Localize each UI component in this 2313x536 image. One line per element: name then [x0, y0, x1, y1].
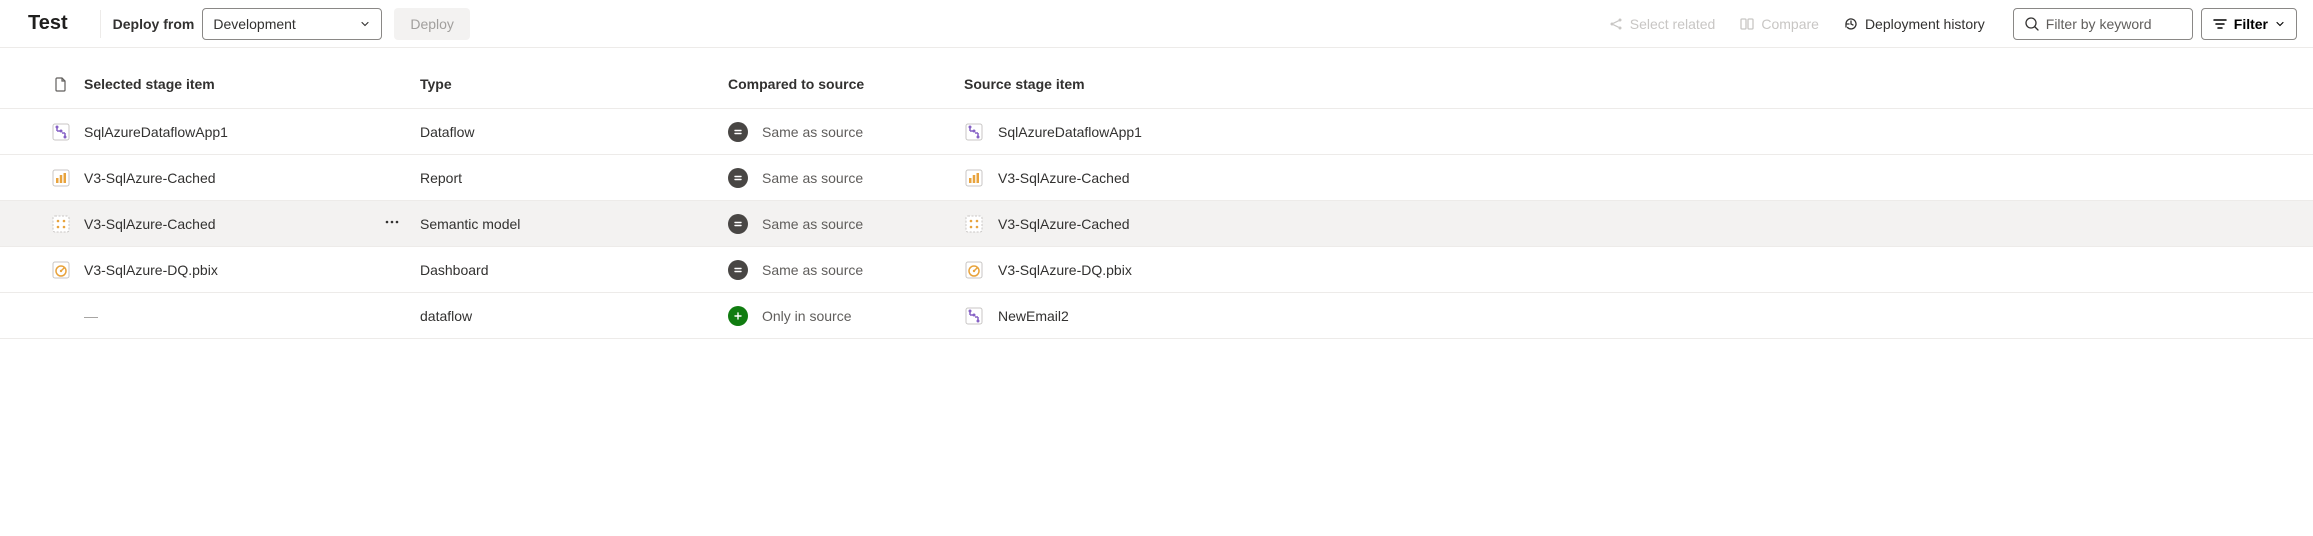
item-type: Semantic model: [420, 216, 728, 232]
deployment-history-button[interactable]: Deployment history: [1831, 10, 1997, 38]
item-type: Dataflow: [420, 124, 728, 140]
table-row[interactable]: V3-SqlAzure-Cached Semantic model Same as …: [0, 201, 2313, 247]
filter-label: Filter: [2234, 16, 2268, 32]
compare-button: Compare: [1727, 10, 1831, 38]
divider: [100, 10, 101, 38]
column-source-stage[interactable]: Source stage item: [964, 76, 1085, 92]
source-name: V3-SqlAzure-DQ.pbix: [998, 262, 1132, 278]
item-name: —: [84, 308, 98, 324]
search-box[interactable]: [2013, 8, 2193, 40]
page-title: Test: [28, 12, 68, 35]
compare-text: Same as source: [762, 124, 863, 140]
equals-badge-icon: [728, 214, 748, 234]
select-related-label: Select related: [1630, 16, 1716, 32]
equals-badge-icon: [728, 260, 748, 280]
search-icon: [2024, 16, 2040, 32]
source-name: SqlAzureDataflowApp1: [998, 124, 1142, 140]
select-related-button: Select related: [1596, 10, 1728, 38]
deploy-from-dropdown[interactable]: Development: [202, 8, 382, 40]
more-icon[interactable]: [384, 214, 400, 230]
dataflow-icon: [51, 122, 71, 142]
deploy-from-value: Development: [213, 16, 296, 32]
semantic-icon: [51, 214, 71, 234]
table-row[interactable]: V3-SqlAzure-DQ.pbix Dashboard Same as sour…: [0, 247, 2313, 293]
source-name: V3-SqlAzure-Cached: [998, 216, 1130, 232]
plus-badge-icon: [728, 306, 748, 326]
item-name: V3-SqlAzure-DQ.pbix: [84, 262, 218, 278]
equals-badge-icon: [728, 168, 748, 188]
table-row[interactable]: V3-SqlAzure-Cached Report Same as source V3…: [0, 155, 2313, 201]
deploy-button[interactable]: Deploy: [394, 8, 470, 40]
report-icon: [51, 168, 71, 188]
dashboard-icon: [51, 260, 71, 280]
item-name: SqlAzureDataflowApp1: [84, 124, 228, 140]
source-name: V3-SqlAzure-Cached: [998, 170, 1130, 186]
source-name: NewEmail2: [998, 308, 1069, 324]
share-nodes-icon: [1608, 16, 1624, 32]
table-header: Selected stage item Type Compared to sou…: [0, 48, 2313, 109]
dataflow-icon: [964, 122, 984, 142]
item-type: Dashboard: [420, 262, 728, 278]
items-table: Selected stage item Type Compared to sou…: [0, 48, 2313, 339]
column-compared[interactable]: Compared to source: [728, 76, 964, 92]
report-icon: [964, 168, 984, 188]
dashboard-icon: [964, 260, 984, 280]
dataflow-icon: [964, 306, 984, 326]
column-type[interactable]: Type: [420, 76, 728, 92]
item-type: dataflow: [420, 308, 728, 324]
item-type: Report: [420, 170, 728, 186]
toolbar: Test Deploy from Development Deploy Sele…: [0, 0, 2313, 48]
chevron-down-icon: [359, 18, 371, 30]
compare-label: Compare: [1761, 16, 1819, 32]
search-input[interactable]: [2046, 16, 2182, 32]
item-name: V3-SqlAzure-Cached: [84, 216, 216, 232]
compare-text: Same as source: [762, 216, 863, 232]
deployment-history-label: Deployment history: [1865, 16, 1985, 32]
file-icon: [53, 76, 69, 92]
item-name: V3-SqlAzure-Cached: [84, 170, 216, 186]
deploy-from-label: Deploy from: [113, 16, 195, 32]
table-row[interactable]: — dataflow Only in source NewEmail2: [0, 293, 2313, 339]
column-selected-stage[interactable]: Selected stage item: [84, 76, 420, 92]
table-row[interactable]: SqlAzureDataflowApp1 Dataflow Same as sour…: [0, 109, 2313, 155]
history-icon: [1843, 16, 1859, 32]
semantic-icon: [964, 214, 984, 234]
compare-text: Only in source: [762, 308, 851, 324]
compare-panes-icon: [1739, 16, 1755, 32]
compare-text: Same as source: [762, 170, 863, 186]
filter-lines-icon: [2212, 16, 2228, 32]
equals-badge-icon: [728, 122, 748, 142]
compare-text: Same as source: [762, 262, 863, 278]
filter-button[interactable]: Filter: [2201, 8, 2297, 40]
chevron-down-icon: [2274, 18, 2286, 30]
